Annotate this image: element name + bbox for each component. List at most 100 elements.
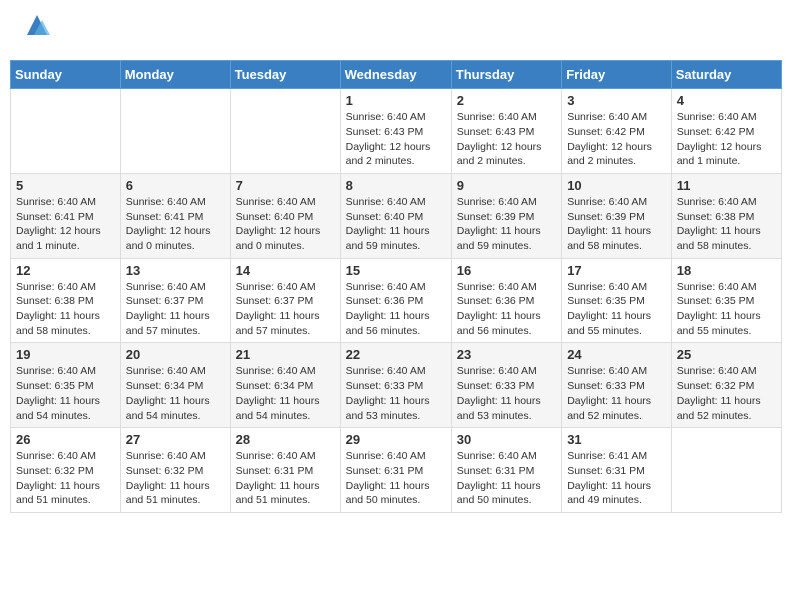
cell-content: Sunrise: 6:40 AM Sunset: 6:41 PM Dayligh… <box>126 195 225 254</box>
cell-content: Sunrise: 6:40 AM Sunset: 6:31 PM Dayligh… <box>236 449 335 508</box>
calendar-week-row: 19 Sunrise: 6:40 AM Sunset: 6:35 PM Dayli… <box>11 343 782 428</box>
cell-content: Sunrise: 6:40 AM Sunset: 6:38 PM Dayligh… <box>677 195 776 254</box>
cell-content: Sunrise: 6:40 AM Sunset: 6:31 PM Dayligh… <box>346 449 446 508</box>
logo-icon <box>22 10 52 40</box>
day-number: 6 <box>126 178 225 193</box>
calendar-cell: 29 Sunrise: 6:40 AM Sunset: 6:31 PM Dayli… <box>340 428 451 513</box>
cell-content: Sunrise: 6:40 AM Sunset: 6:39 PM Dayligh… <box>457 195 556 254</box>
day-number: 11 <box>677 178 776 193</box>
calendar-cell: 24 Sunrise: 6:40 AM Sunset: 6:33 PM Dayli… <box>562 343 672 428</box>
cell-content: Sunrise: 6:40 AM Sunset: 6:36 PM Dayligh… <box>457 280 556 339</box>
day-number: 17 <box>567 263 666 278</box>
cell-content: Sunrise: 6:41 AM Sunset: 6:31 PM Dayligh… <box>567 449 666 508</box>
cell-content: Sunrise: 6:40 AM Sunset: 6:33 PM Dayligh… <box>457 364 556 423</box>
day-number: 8 <box>346 178 446 193</box>
cell-content: Sunrise: 6:40 AM Sunset: 6:32 PM Dayligh… <box>126 449 225 508</box>
calendar-cell: 9 Sunrise: 6:40 AM Sunset: 6:39 PM Daylig… <box>451 173 561 258</box>
weekday-header-cell: Monday <box>120 61 230 89</box>
cell-content: Sunrise: 6:40 AM Sunset: 6:34 PM Dayligh… <box>236 364 335 423</box>
weekday-header-row: SundayMondayTuesdayWednesdayThursdayFrid… <box>11 61 782 89</box>
cell-content: Sunrise: 6:40 AM Sunset: 6:40 PM Dayligh… <box>346 195 446 254</box>
day-number: 31 <box>567 432 666 447</box>
calendar-cell: 11 Sunrise: 6:40 AM Sunset: 6:38 PM Dayli… <box>671 173 781 258</box>
calendar-cell: 10 Sunrise: 6:40 AM Sunset: 6:39 PM Dayli… <box>562 173 672 258</box>
cell-content: Sunrise: 6:40 AM Sunset: 6:33 PM Dayligh… <box>346 364 446 423</box>
calendar-cell: 7Sunrise: 6:40 AM Sunset: 6:40 PM Daylig… <box>230 173 340 258</box>
day-number: 16 <box>457 263 556 278</box>
cell-content: Sunrise: 6:40 AM Sunset: 6:37 PM Dayligh… <box>126 280 225 339</box>
cell-content: Sunrise: 6:40 AM Sunset: 6:37 PM Dayligh… <box>236 280 335 339</box>
cell-content: Sunrise: 6:40 AM Sunset: 6:38 PM Dayligh… <box>16 280 115 339</box>
calendar-week-row: 12 Sunrise: 6:40 AM Sunset: 6:38 PM Dayli… <box>11 258 782 343</box>
calendar-cell: 23 Sunrise: 6:40 AM Sunset: 6:33 PM Dayli… <box>451 343 561 428</box>
calendar-week-row: 1 Sunrise: 6:40 AM Sunset: 6:43 PM Daylig… <box>11 89 782 174</box>
calendar-cell: 19 Sunrise: 6:40 AM Sunset: 6:35 PM Dayli… <box>11 343 121 428</box>
day-number: 14 <box>236 263 335 278</box>
calendar-cell: 17 Sunrise: 6:40 AM Sunset: 6:35 PM Dayli… <box>562 258 672 343</box>
day-number: 27 <box>126 432 225 447</box>
calendar-cell: 4Sunrise: 6:40 AM Sunset: 6:42 PM Daylig… <box>671 89 781 174</box>
cell-content: Sunrise: 6:40 AM Sunset: 6:35 PM Dayligh… <box>16 364 115 423</box>
calendar-cell: 21 Sunrise: 6:40 AM Sunset: 6:34 PM Dayli… <box>230 343 340 428</box>
cell-content: Sunrise: 6:40 AM Sunset: 6:32 PM Dayligh… <box>677 364 776 423</box>
day-number: 30 <box>457 432 556 447</box>
calendar-cell: 15 Sunrise: 6:40 AM Sunset: 6:36 PM Dayli… <box>340 258 451 343</box>
calendar-cell: 3 Sunrise: 6:40 AM Sunset: 6:42 PM Daylig… <box>562 89 672 174</box>
calendar-cell <box>120 89 230 174</box>
calendar-cell: 6 Sunrise: 6:40 AM Sunset: 6:41 PM Daylig… <box>120 173 230 258</box>
calendar-cell: 28 Sunrise: 6:40 AM Sunset: 6:31 PM Dayli… <box>230 428 340 513</box>
cell-content: Sunrise: 6:40 AM Sunset: 6:36 PM Dayligh… <box>346 280 446 339</box>
day-number: 5 <box>16 178 115 193</box>
day-number: 24 <box>567 347 666 362</box>
calendar-body: 1 Sunrise: 6:40 AM Sunset: 6:43 PM Daylig… <box>11 89 782 513</box>
day-number: 1 <box>346 93 446 108</box>
day-number: 29 <box>346 432 446 447</box>
day-number: 12 <box>16 263 115 278</box>
day-number: 7 <box>236 178 335 193</box>
calendar-cell: 20Sunrise: 6:40 AM Sunset: 6:34 PM Dayli… <box>120 343 230 428</box>
calendar-cell: 26Sunrise: 6:40 AM Sunset: 6:32 PM Dayli… <box>11 428 121 513</box>
day-number: 15 <box>346 263 446 278</box>
weekday-header-cell: Sunday <box>11 61 121 89</box>
day-number: 22 <box>346 347 446 362</box>
calendar-week-row: 26Sunrise: 6:40 AM Sunset: 6:32 PM Dayli… <box>11 428 782 513</box>
logo <box>20 15 52 45</box>
calendar-cell: 30 Sunrise: 6:40 AM Sunset: 6:31 PM Dayli… <box>451 428 561 513</box>
day-number: 23 <box>457 347 556 362</box>
calendar-cell: 13Sunrise: 6:40 AM Sunset: 6:37 PM Dayli… <box>120 258 230 343</box>
calendar-cell: 25 Sunrise: 6:40 AM Sunset: 6:32 PM Dayli… <box>671 343 781 428</box>
calendar-cell: 5Sunrise: 6:40 AM Sunset: 6:41 PM Daylig… <box>11 173 121 258</box>
calendar-cell: 16 Sunrise: 6:40 AM Sunset: 6:36 PM Dayli… <box>451 258 561 343</box>
cell-content: Sunrise: 6:40 AM Sunset: 6:33 PM Dayligh… <box>567 364 666 423</box>
calendar-cell <box>11 89 121 174</box>
cell-content: Sunrise: 6:40 AM Sunset: 6:43 PM Dayligh… <box>346 110 446 169</box>
calendar-table: SundayMondayTuesdayWednesdayThursdayFrid… <box>10 60 782 513</box>
cell-content: Sunrise: 6:40 AM Sunset: 6:39 PM Dayligh… <box>567 195 666 254</box>
day-number: 21 <box>236 347 335 362</box>
calendar-week-row: 5 Sunrise: 6:40 AM Sunset: 6:41 PM Daylig… <box>11 173 782 258</box>
cell-content: Sunrise: 6:40 AM Sunset: 6:43 PM Dayligh… <box>457 110 556 169</box>
day-number: 2 <box>457 93 556 108</box>
weekday-header-cell: Wednesday <box>340 61 451 89</box>
cell-content: Sunrise: 6:40 AM Sunset: 6:35 PM Dayligh… <box>677 280 776 339</box>
day-number: 20 <box>126 347 225 362</box>
day-number: 3 <box>567 93 666 108</box>
cell-content: Sunrise: 6:40 AM Sunset: 6:31 PM Dayligh… <box>457 449 556 508</box>
weekday-header-cell: Friday <box>562 61 672 89</box>
calendar-cell: 18 Sunrise: 6:40 AM Sunset: 6:35 PM Dayli… <box>671 258 781 343</box>
calendar-cell: 1 Sunrise: 6:40 AM Sunset: 6:43 PM Daylig… <box>340 89 451 174</box>
day-number: 9 <box>457 178 556 193</box>
calendar-cell: 27 Sunrise: 6:40 AM Sunset: 6:32 PM Dayli… <box>120 428 230 513</box>
calendar-cell: 2 Sunrise: 6:40 AM Sunset: 6:43 PM Daylig… <box>451 89 561 174</box>
weekday-header-cell: Tuesday <box>230 61 340 89</box>
calendar-cell <box>671 428 781 513</box>
day-number: 19 <box>16 347 115 362</box>
cell-content: Sunrise: 6:40 AM Sunset: 6:35 PM Dayligh… <box>567 280 666 339</box>
cell-content: Sunrise: 6:40 AM Sunset: 6:42 PM Dayligh… <box>567 110 666 169</box>
day-number: 25 <box>677 347 776 362</box>
day-number: 18 <box>677 263 776 278</box>
day-number: 28 <box>236 432 335 447</box>
day-number: 10 <box>567 178 666 193</box>
calendar-cell: 22 Sunrise: 6:40 AM Sunset: 6:33 PM Dayli… <box>340 343 451 428</box>
cell-content: Sunrise: 6:40 AM Sunset: 6:32 PM Dayligh… <box>16 449 115 508</box>
